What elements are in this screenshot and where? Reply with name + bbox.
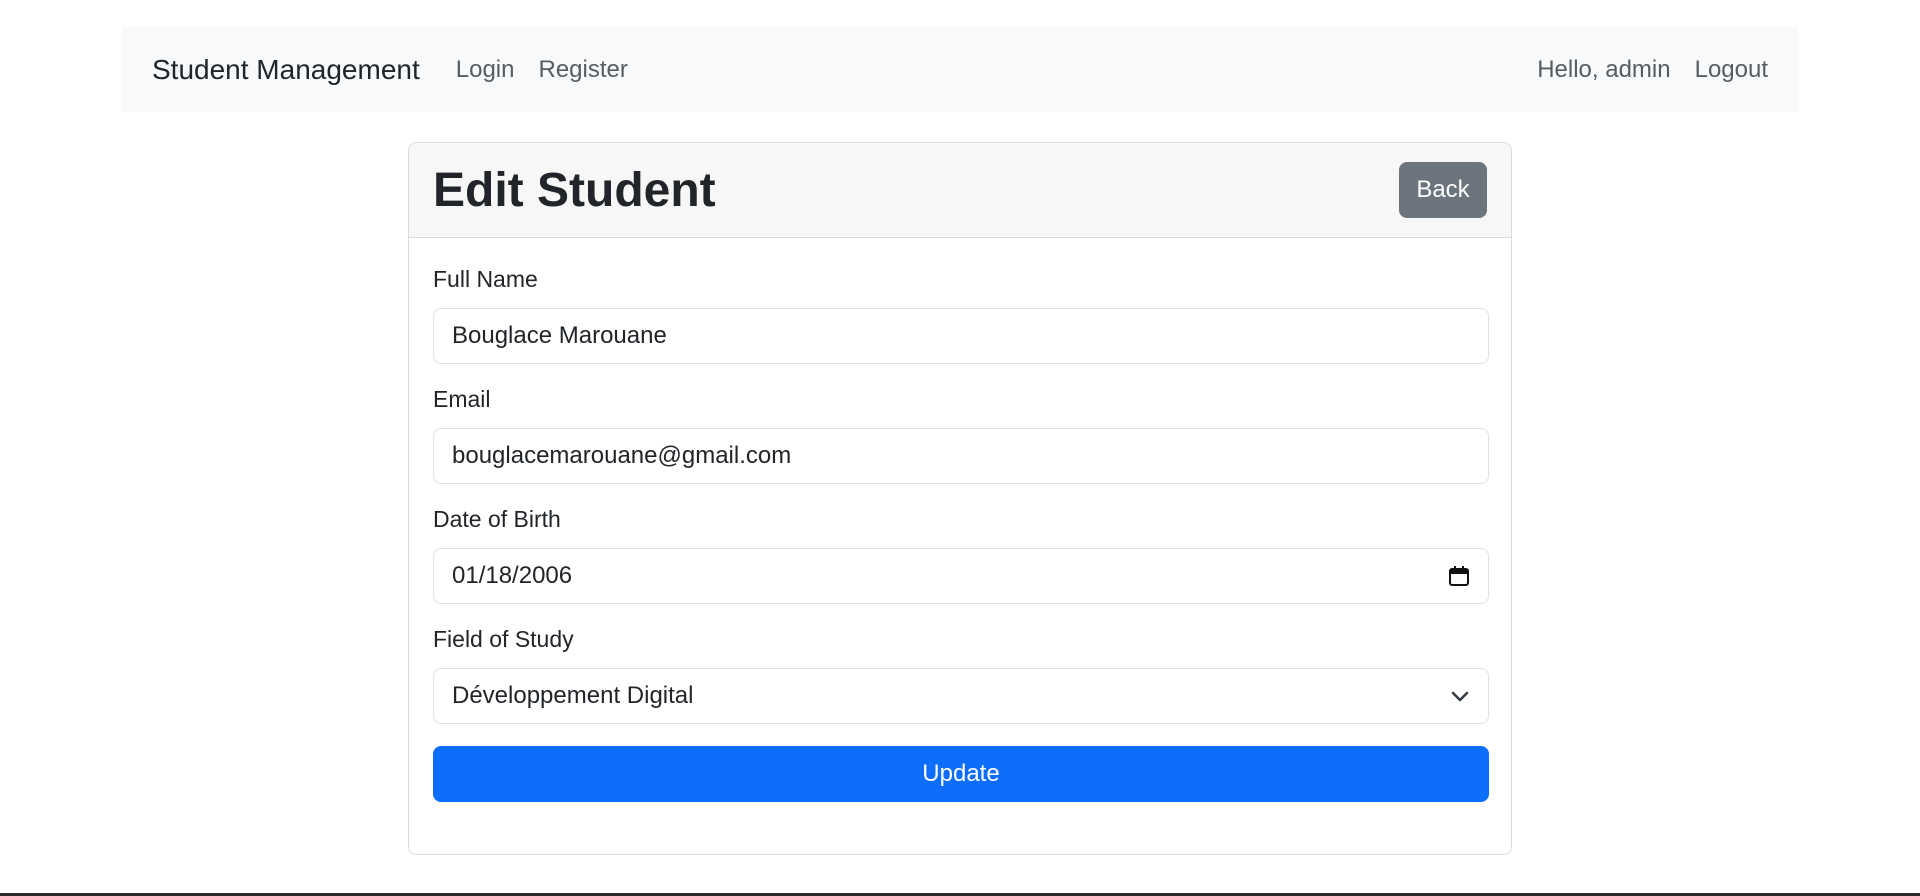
full-name-group: Full Name — [433, 266, 1489, 364]
field-of-study-select[interactable]: Développement Digital — [433, 668, 1489, 724]
dob-value[interactable]: 01/18/2006 — [452, 562, 572, 590]
logout-link[interactable]: Logout — [1695, 56, 1768, 84]
full-name-label: Full Name — [433, 266, 538, 292]
email-group: Email — [433, 386, 1489, 484]
user-greeting: Hello, admin — [1537, 55, 1671, 83]
email-field[interactable] — [433, 428, 1489, 484]
navbar-user-area: Hello, admin Logout — [1537, 56, 1768, 84]
full-name-field[interactable] — [433, 308, 1489, 364]
dob-group: Date of Birth 01/18/2006 — [433, 506, 1489, 604]
nav-login-link[interactable]: Login — [456, 56, 515, 84]
brand-link[interactable]: Student Management — [152, 54, 420, 86]
back-button[interactable]: Back — [1399, 162, 1487, 218]
chevron-down-icon — [1450, 689, 1470, 703]
full-name-input[interactable] — [452, 322, 1470, 350]
card-header: Edit Student Back — [409, 143, 1511, 238]
dob-label: Date of Birth — [433, 506, 561, 532]
field-of-study-selected[interactable]: Développement Digital — [452, 682, 693, 710]
dob-field[interactable]: 01/18/2006 — [433, 548, 1489, 604]
calendar-icon[interactable] — [1448, 565, 1470, 587]
page-title: Edit Student — [433, 163, 716, 217]
field-of-study-group: Field of Study Développement Digital — [433, 626, 1489, 724]
email-label: Email — [433, 386, 491, 412]
top-navbar: Student Management Login Register Hello,… — [122, 27, 1798, 112]
email-input[interactable] — [452, 442, 1470, 470]
nav-register-link[interactable]: Register — [538, 56, 627, 84]
edit-student-form: Full Name Email Date of Birth 01/18/2006 — [409, 238, 1511, 802]
field-of-study-label: Field of Study — [433, 626, 574, 652]
edit-student-card: Edit Student Back Full Name Email Date o… — [408, 142, 1512, 855]
update-button[interactable]: Update — [433, 746, 1489, 802]
